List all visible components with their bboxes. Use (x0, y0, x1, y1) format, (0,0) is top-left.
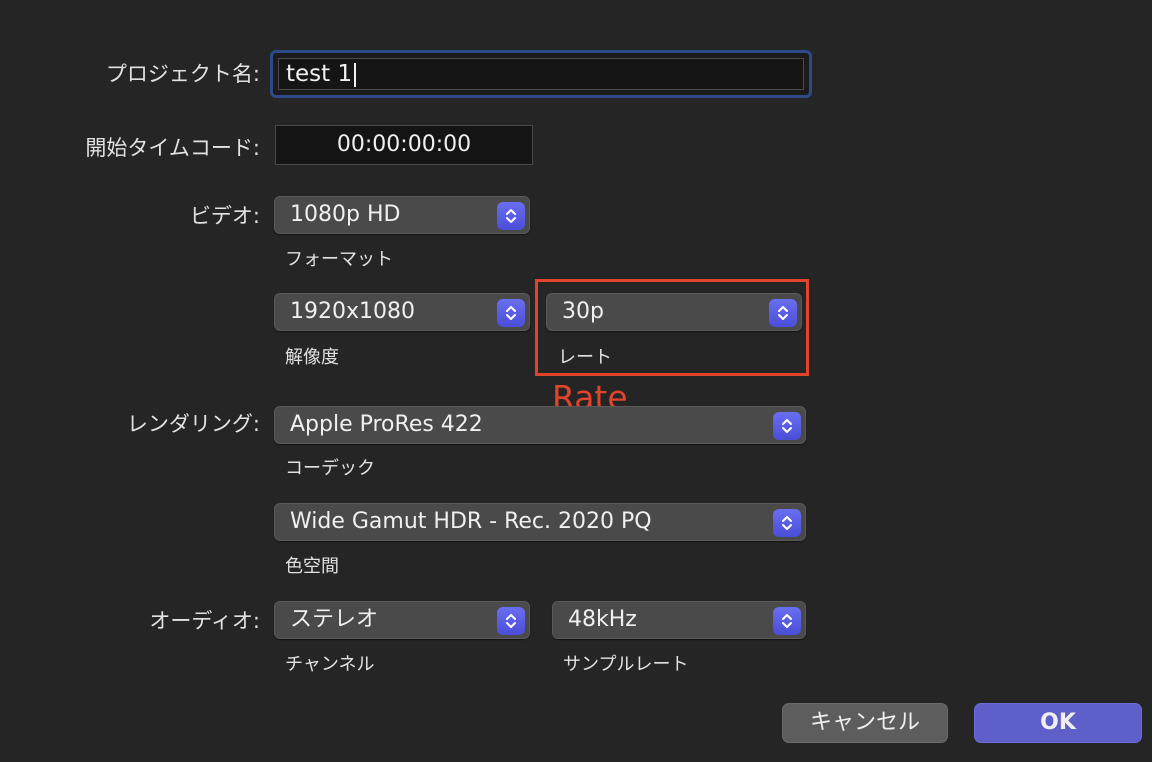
project-name-value: test 1 (286, 61, 353, 87)
chevron-up-down-icon (773, 412, 801, 440)
colorspace-value: Wide Gamut HDR - Rec. 2020 PQ (290, 509, 652, 534)
text-caret (354, 62, 357, 87)
audio-channels-value: ステレオ (290, 607, 379, 632)
project-name-label: プロジェクト名: (105, 62, 260, 86)
codec-caption: コーデック (285, 458, 375, 479)
video-format-value: 1080p HD (290, 202, 401, 227)
audio-channels-popup[interactable]: ステレオ (274, 601, 530, 639)
video-format-popup[interactable]: 1080p HD (274, 196, 530, 234)
rate-highlight-box (535, 279, 809, 376)
start-timecode-field[interactable]: 00:00:00:00 (275, 125, 533, 165)
chevron-up-down-icon (497, 202, 525, 230)
codec-value: Apple ProRes 422 (290, 412, 483, 437)
audio-samplerate-value: 48kHz (568, 607, 637, 632)
start-timecode-label: 開始タイムコード: (85, 136, 260, 160)
chevron-up-down-icon (497, 299, 525, 327)
chevron-up-down-icon (497, 607, 525, 635)
audio-channels-caption: チャンネル (285, 654, 375, 675)
cancel-button[interactable]: キャンセル (782, 703, 948, 743)
chevron-up-down-icon (773, 607, 801, 635)
video-resolution-popup[interactable]: 1920x1080 (274, 293, 530, 331)
rendering-label: レンダリング: (126, 412, 260, 436)
chevron-up-down-icon (773, 509, 801, 537)
audio-samplerate-popup[interactable]: 48kHz (552, 601, 806, 639)
colorspace-caption: 色空間 (285, 556, 339, 577)
video-format-caption: フォーマット (285, 249, 393, 270)
video-resolution-caption: 解像度 (285, 347, 339, 368)
ok-button[interactable]: OK (974, 703, 1142, 743)
video-label: ビデオ: (189, 204, 260, 228)
audio-samplerate-caption: サンプルレート (563, 654, 689, 675)
codec-popup[interactable]: Apple ProRes 422 (274, 406, 806, 444)
project-name-field[interactable]: test 1 (270, 50, 812, 98)
video-resolution-value: 1920x1080 (290, 299, 415, 324)
audio-label: オーディオ: (149, 609, 260, 633)
colorspace-popup[interactable]: Wide Gamut HDR - Rec. 2020 PQ (274, 503, 806, 541)
